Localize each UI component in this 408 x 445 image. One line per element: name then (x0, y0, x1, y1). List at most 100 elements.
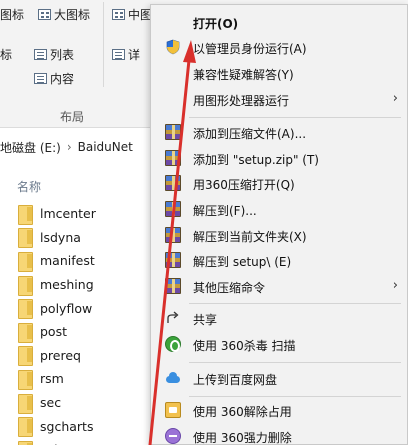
menu-item-label: 兼容性疑难解答(Y) (193, 68, 294, 82)
360-antivirus-icon (165, 336, 181, 352)
menu-separator (189, 362, 401, 363)
ribbon-group-label: 布局 (60, 110, 85, 124)
360-unlock-icon (165, 402, 181, 418)
folder-icon (18, 440, 33, 445)
menu-item-compat-troubleshoot[interactable]: 兼容性疑难解答(Y) (151, 62, 408, 84)
winrar-archive-icon (165, 227, 181, 243)
folder-icon (18, 299, 33, 320)
breadcrumb-segment[interactable]: 地磁盘 (E:) (0, 139, 61, 156)
ribbon-item-label: 内容 (50, 72, 75, 86)
ribbon-item-list[interactable]: 列表 (34, 46, 74, 63)
ribbon-item-details[interactable]: 详 (112, 46, 140, 63)
menu-item-label: 添加到压缩文件(A)... (193, 127, 307, 141)
menu-item-label: 用360压缩打开(Q) (193, 178, 295, 192)
list-icon (34, 49, 47, 60)
folder-name: post (40, 324, 67, 340)
baidu-cloud-icon (165, 370, 181, 386)
menu-item-360-scan[interactable]: 使用 360杀毒 扫描 (151, 333, 408, 355)
menu-item-open[interactable]: 打开(O) (151, 11, 408, 33)
menu-item-open-with-360zip[interactable]: 用360压缩打开(Q) (151, 172, 408, 194)
menu-item-label: 解压到(F)... (193, 204, 257, 218)
folder-icon (18, 393, 33, 414)
ribbon-item-large-icons[interactable]: 大图标 (38, 6, 90, 23)
menu-item-extract-here[interactable]: 解压到当前文件夹(X) (151, 224, 408, 246)
content-icon (34, 73, 47, 84)
menu-item-add-to-archive[interactable]: 添加到压缩文件(A)... (151, 121, 408, 143)
winrar-archive-icon (165, 278, 181, 294)
folder-icon (18, 275, 33, 296)
menu-item-label: 使用 360杀毒 扫描 (193, 339, 296, 353)
list-item[interactable]: lsdyna (18, 226, 158, 250)
breadcrumb-segment[interactable]: BaiduNet (78, 140, 133, 154)
winrar-archive-icon (165, 252, 181, 268)
winrar-archive-icon (165, 175, 181, 191)
folder-icon (18, 322, 33, 343)
menu-item-label: 解压到当前文件夹(X) (193, 230, 307, 244)
chevron-right-icon[interactable]: › (67, 140, 72, 154)
list-item[interactable]: rsm (18, 367, 158, 391)
menu-item-label: 添加到 "setup.zip" (T) (193, 153, 319, 167)
context-menu: 打开(O) 以管理员身份运行(A) 兼容性疑难解答(Y) 用图形处理器运行 › … (150, 4, 408, 445)
menu-item-other-compress[interactable]: 其他压缩命令 › (151, 275, 408, 297)
grid-icon (38, 9, 51, 20)
share-icon (167, 311, 179, 323)
folder-icon (18, 369, 33, 390)
menu-separator (189, 303, 401, 304)
chevron-right-icon: › (392, 278, 398, 293)
ribbon-item-label: 标 (0, 48, 13, 62)
menu-separator (189, 396, 401, 397)
menu-item-label: 上传到百度网盘 (193, 373, 278, 387)
menu-item-label: 用图形处理器运行 (193, 94, 290, 108)
menu-item-360-force-delete[interactable]: 使用 360强力删除 (151, 425, 408, 445)
folder-icon (18, 204, 33, 225)
folder-name: rsm (40, 371, 64, 387)
menu-item-upload-baidu[interactable]: 上传到百度网盘 (151, 367, 408, 389)
list-item[interactable]: post (18, 320, 158, 344)
menu-item-extract-to-setup[interactable]: 解压到 setup\ (E) (151, 249, 408, 271)
list-item[interactable]: polyflow (18, 296, 158, 320)
winrar-archive-icon (165, 150, 181, 166)
winrar-archive-icon (165, 124, 181, 140)
folder-name: manifest (40, 253, 95, 269)
menu-item-label: 其他压缩命令 (193, 281, 266, 295)
winrar-archive-icon (165, 201, 181, 217)
folder-icon (18, 251, 33, 272)
menu-item-add-to-setup-zip[interactable]: 添加到 "setup.zip" (T) (151, 147, 408, 169)
list-item[interactable]: prereq (18, 344, 158, 368)
file-list: lmcenter lsdyna manifest meshing polyflo… (18, 202, 158, 445)
folder-name: prereq (40, 347, 81, 363)
list-item[interactable]: manifest (18, 249, 158, 273)
menu-item-run-as-admin[interactable]: 以管理员身份运行(A) (151, 36, 408, 58)
ribbon-item-small-icons[interactable]: 标 (0, 46, 12, 63)
folder-name: lsdyna (40, 229, 81, 245)
menu-item-360-unlock[interactable]: 使用 360解除占用 (151, 399, 408, 421)
list-item[interactable]: sgcharts (18, 414, 158, 438)
menu-item-label: 使用 360解除占用 (193, 405, 292, 419)
details-icon (112, 49, 125, 60)
360-delete-icon (165, 428, 181, 444)
folder-icon (18, 417, 33, 438)
menu-separator (189, 117, 401, 118)
column-header-name[interactable]: 名称 (17, 178, 41, 195)
list-item[interactable]: sec (18, 391, 158, 415)
ribbon-item-label: 列表 (50, 48, 75, 62)
ribbon-item-label: 图标 (0, 8, 25, 22)
ribbon-item-icons[interactable]: 图标 (0, 6, 24, 23)
folder-name: sgcharts (40, 418, 94, 434)
menu-item-label: 共享 (193, 313, 218, 327)
menu-item-label: 以管理员身份运行(A) (193, 42, 307, 56)
menu-item-extract-to[interactable]: 解压到(F)... (151, 198, 408, 220)
list-item[interactable]: meshing (18, 273, 158, 297)
menu-item-share[interactable]: 共享 (151, 307, 408, 329)
ribbon-divider (103, 2, 104, 87)
list-item[interactable]: lmcenter (18, 202, 158, 226)
folder-name: lmcenter (40, 206, 96, 222)
ribbon-item-medium-icons[interactable]: 中图 (112, 6, 152, 23)
menu-item-run-with-gpu[interactable]: 用图形处理器运行 › (151, 88, 408, 110)
list-item[interactable]: solver (18, 438, 158, 445)
ribbon-item-content[interactable]: 内容 (34, 70, 74, 87)
uac-shield-icon (166, 39, 180, 55)
ribbon-item-label: 大图标 (54, 8, 91, 22)
ribbon-item-label: 中图 (128, 8, 153, 22)
folder-icon (18, 228, 33, 249)
